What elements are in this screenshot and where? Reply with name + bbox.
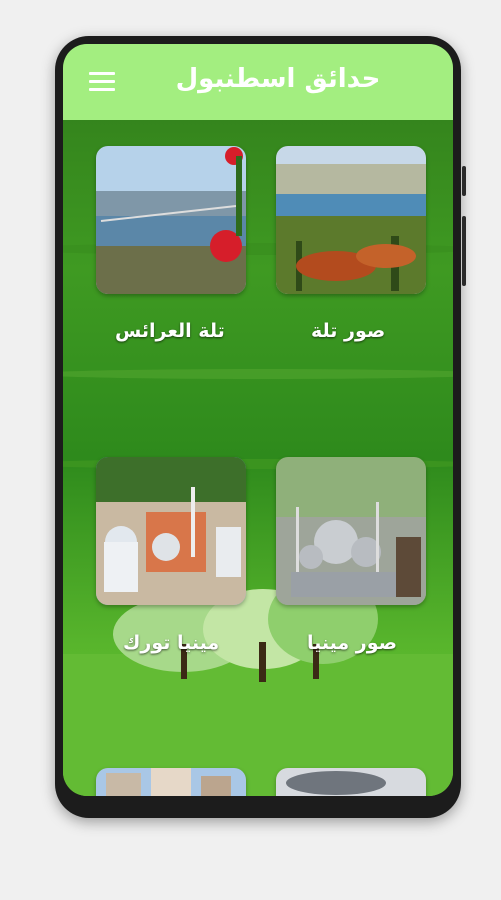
hamburger-menu-icon[interactable] bbox=[89, 72, 115, 92]
tile-tella-photos[interactable] bbox=[276, 146, 426, 294]
building-view-image bbox=[96, 768, 246, 796]
power-button bbox=[462, 216, 466, 286]
tile-minia-photos-label: صور مينيا bbox=[307, 632, 397, 654]
bosphorus-bridge-view-image bbox=[96, 146, 246, 294]
cloudy-sky-image bbox=[276, 768, 426, 796]
volume-button bbox=[462, 166, 466, 196]
istanbul-city-view-image bbox=[276, 146, 426, 294]
miniature-palace-image bbox=[96, 457, 246, 605]
app-screen: حدائق اسطنبول صور تلة تلة العرائس صور مي… bbox=[63, 44, 453, 796]
tile-minia-turk[interactable] bbox=[96, 457, 246, 605]
app-bar: حدائق اسطنبول bbox=[63, 44, 453, 120]
tile-building-view[interactable] bbox=[96, 768, 246, 796]
tile-tella-photos-label: صور تلة bbox=[311, 320, 386, 342]
tile-minia-turk-label: مينيا تورك bbox=[123, 632, 220, 654]
miniature-mosque-image bbox=[276, 457, 426, 605]
phone-frame: حدائق اسطنبول صور تلة تلة العرائس صور مي… bbox=[55, 36, 466, 818]
tile-brides-hill-label: تلة العرائس bbox=[115, 320, 225, 342]
tile-cloudy-sky[interactable] bbox=[276, 768, 426, 796]
app-title: حدائق اسطنبول bbox=[175, 64, 381, 94]
tile-brides-hill[interactable] bbox=[96, 146, 246, 294]
tile-minia-photos[interactable] bbox=[276, 457, 426, 605]
